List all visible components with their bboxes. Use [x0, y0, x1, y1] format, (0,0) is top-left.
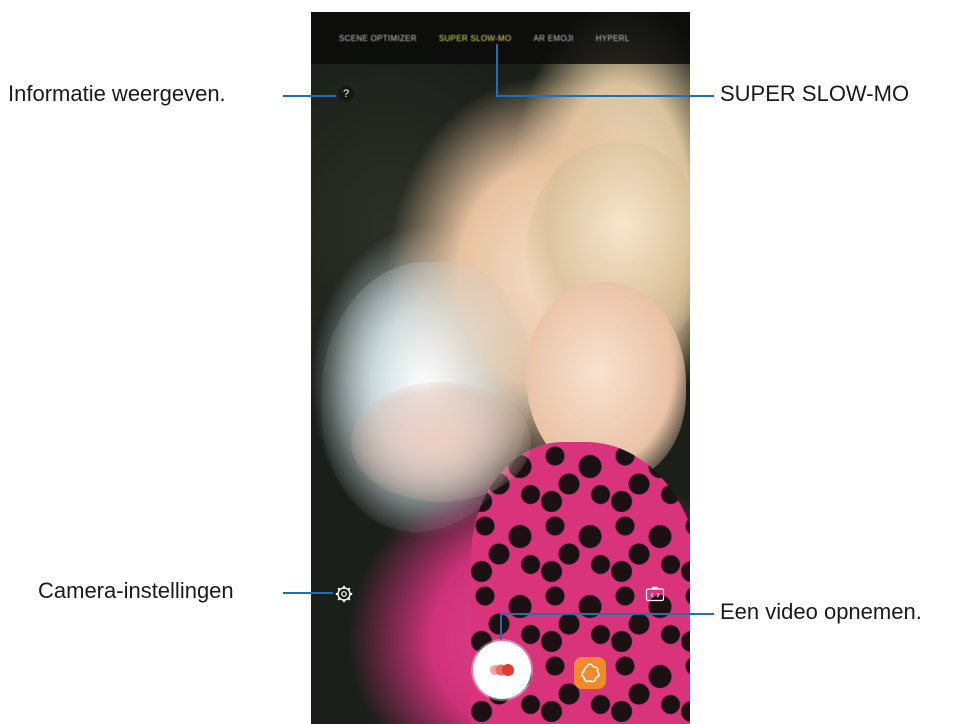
camera-mode-bar: SCENE OPTIMIZER SUPER SLOW-MO AR EMOJI H…: [311, 12, 690, 64]
leader-line-settings: [283, 592, 333, 594]
leader-line-mode-horizontal: [496, 95, 714, 97]
record-button[interactable]: [473, 641, 531, 699]
gallery-icon: [581, 663, 600, 683]
switch-camera-icon[interactable]: [645, 586, 665, 602]
mode-scene-optimizer[interactable]: SCENE OPTIMIZER: [339, 34, 417, 43]
callout-mode-label: SUPER SLOW-MO: [720, 81, 910, 106]
leader-line-record-horizontal: [500, 613, 714, 615]
record-icon: [490, 664, 514, 676]
callout-info-label: Informatie weergeven.: [8, 81, 226, 106]
gallery-button[interactable]: [574, 657, 606, 689]
gear-icon[interactable]: [335, 585, 353, 603]
mode-ar-emoji[interactable]: AR EMOJI: [534, 34, 574, 43]
leader-line-record-vertical: [500, 613, 502, 640]
callout-record-label: Een video opnemen.: [720, 599, 922, 624]
photo-subject-arm: [351, 382, 531, 502]
leader-line-info: [283, 95, 336, 97]
leader-line-mode-vertical: [496, 44, 498, 96]
info-button[interactable]: ?: [338, 86, 354, 102]
question-mark-icon: ?: [342, 88, 350, 100]
callout-settings-label: Camera-instellingen: [38, 578, 234, 603]
mode-hyperlapse[interactable]: HYPERL: [596, 34, 630, 43]
mode-super-slow-mo[interactable]: SUPER SLOW-MO: [439, 34, 512, 43]
